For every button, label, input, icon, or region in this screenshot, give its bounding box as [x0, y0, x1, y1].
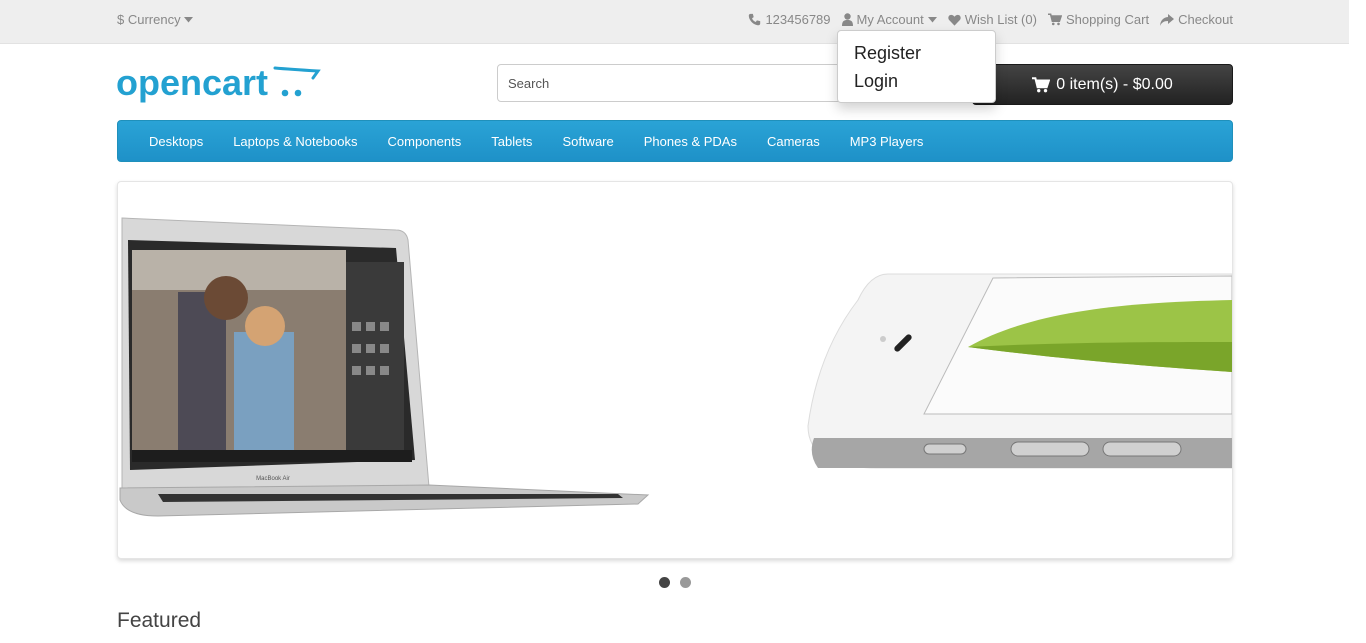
menu-item-software[interactable]: Software — [547, 134, 628, 149]
slideshow-pagination — [659, 577, 691, 588]
phone-link[interactable]: 123456789 — [748, 12, 831, 27]
menu-item-components[interactable]: Components — [373, 134, 477, 149]
cart-icon — [1032, 76, 1051, 93]
laptop-caption: MacBook Air — [256, 476, 290, 482]
opencart-logo-icon: opencart — [116, 62, 321, 103]
slide-dot-1[interactable] — [659, 577, 670, 588]
cart-total: 0 item(s) - $0.00 — [1056, 75, 1173, 93]
slide-dot-2[interactable] — [680, 577, 691, 588]
shopping-cart-link[interactable]: Shopping Cart — [1047, 12, 1150, 27]
logo-text: opencart — [116, 62, 268, 103]
phone-number: 123456789 — [765, 12, 831, 27]
category-menu: Desktops Laptops & Notebooks Components … — [117, 120, 1233, 162]
caret-down-icon — [183, 16, 193, 23]
phone-icon — [748, 13, 761, 26]
shopping-cart-label: Shopping Cart — [1065, 12, 1150, 27]
cart-button[interactable]: 0 item(s) - $0.00 — [972, 64, 1233, 105]
wishlist-link[interactable]: Wish List (0) — [948, 12, 1037, 27]
register-link[interactable]: Register — [838, 41, 995, 69]
menu-item-phones[interactable]: Phones & PDAs — [629, 134, 752, 149]
share-arrow-icon — [1160, 13, 1175, 26]
menu-item-mp3-players[interactable]: MP3 Players — [835, 134, 939, 149]
menu-item-desktops[interactable]: Desktops — [134, 134, 218, 149]
menu-item-cameras[interactable]: Cameras — [752, 134, 835, 149]
heart-icon — [948, 14, 961, 26]
login-link[interactable]: Login — [838, 69, 995, 97]
caret-down-icon — [927, 16, 937, 23]
featured-heading: Featured — [117, 609, 202, 632]
slideshow[interactable]: MacBook Air — [117, 181, 1233, 559]
menu-item-tablets[interactable]: Tablets — [476, 134, 547, 149]
search-input[interactable] — [497, 64, 861, 102]
checkout-link[interactable]: Checkout — [1160, 12, 1233, 27]
top-bar: $ Currency 123456789 My Account Wish Lis… — [0, 0, 1349, 44]
my-account-link[interactable]: My Account — [841, 12, 937, 27]
laptop-image: MacBook Air — [119, 217, 650, 517]
currency-label: $ Currency — [117, 12, 181, 27]
cart-icon — [1047, 13, 1062, 26]
user-icon — [841, 13, 853, 26]
my-account-label: My Account — [856, 12, 924, 27]
slide-image: MacBook Air — [119, 217, 1232, 517]
menu-item-laptops[interactable]: Laptops & Notebooks — [218, 134, 372, 149]
currency-dropdown[interactable]: $ Currency — [117, 12, 193, 27]
wishlist-label: Wish List (0) — [964, 12, 1037, 27]
phone-image — [807, 273, 1232, 469]
checkout-label: Checkout — [1178, 12, 1233, 27]
logo[interactable]: opencart — [116, 62, 322, 106]
top-links: 123456789 My Account Wish List (0) Shopp… — [748, 12, 1233, 27]
account-dropdown-menu: Register Login — [837, 30, 996, 103]
